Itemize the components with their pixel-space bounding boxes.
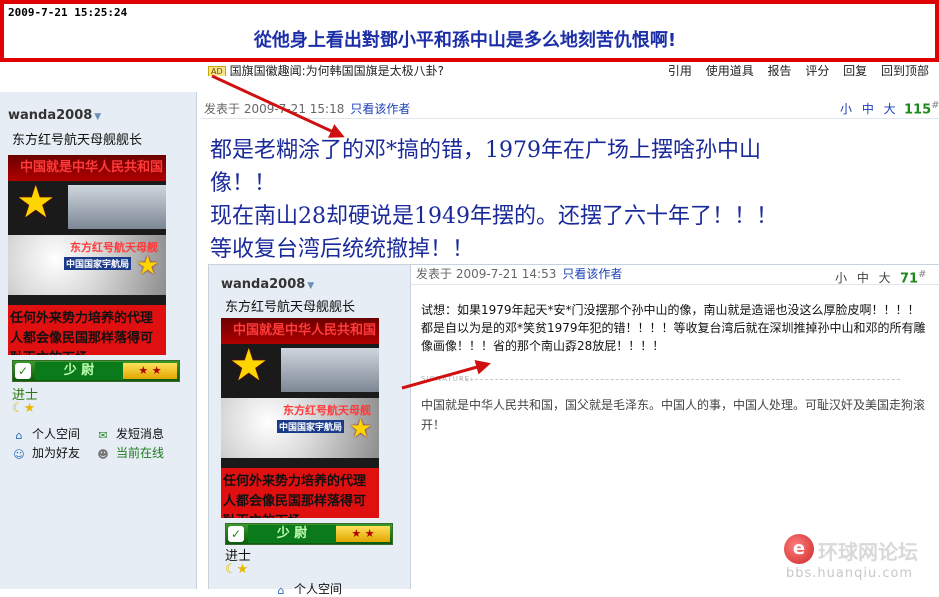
arrow-icon	[211, 74, 345, 138]
watermark-url: bbs.huanqiu.com	[786, 566, 914, 581]
watermark-logo-icon: e	[784, 534, 814, 564]
annotation-arrows	[211, 74, 491, 390]
watermark-name: 环球网论坛	[818, 540, 918, 564]
arrow-icon	[401, 360, 491, 390]
